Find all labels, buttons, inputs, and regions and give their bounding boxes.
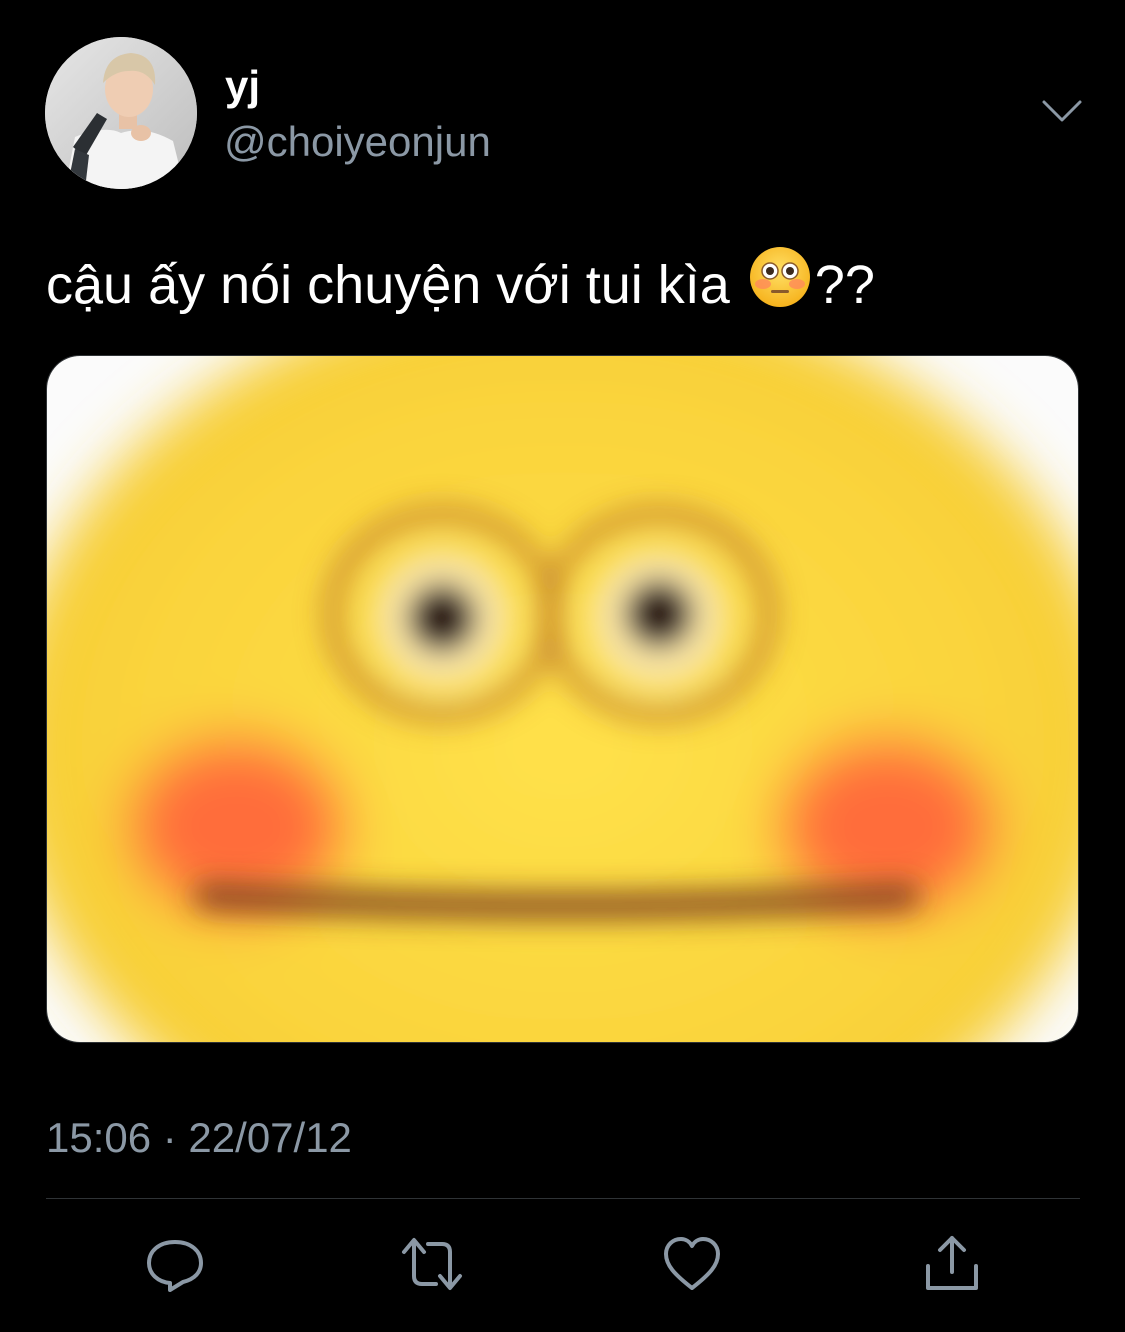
tweet-timestamp[interactable]: 15:06 · 22/07/12 [46,1112,352,1164]
reply-button[interactable] [143,1232,207,1296]
tweet-text: cậu ấy nói chuyện với tui kìa ?? [46,246,875,331]
tweet-text-suffix: ?? [814,254,875,315]
blurred-flushed-emoji-image [47,356,1078,1042]
author-avatar[interactable] [45,37,197,189]
divider [46,1198,1080,1199]
like-icon [664,1237,720,1290]
author-display-name[interactable]: yj [225,62,260,110]
retweet-button[interactable] [400,1232,464,1296]
tweet-media-image[interactable] [46,355,1079,1043]
reply-icon [147,1240,203,1292]
share-button[interactable] [920,1232,984,1296]
flushed-face-icon [749,246,811,323]
tweet-detail: yj @choiyeonjun cậu ấy nói chuyện với tu… [0,0,1125,1332]
share-icon [926,1236,978,1290]
author-handle[interactable]: @choiyeonjun [224,116,491,168]
retweet-icon [402,1238,462,1290]
tweet-text-main: cậu ấy nói chuyện với tui kìa [46,254,730,315]
chevron-down-icon[interactable] [1040,96,1084,126]
like-button[interactable] [660,1232,724,1296]
